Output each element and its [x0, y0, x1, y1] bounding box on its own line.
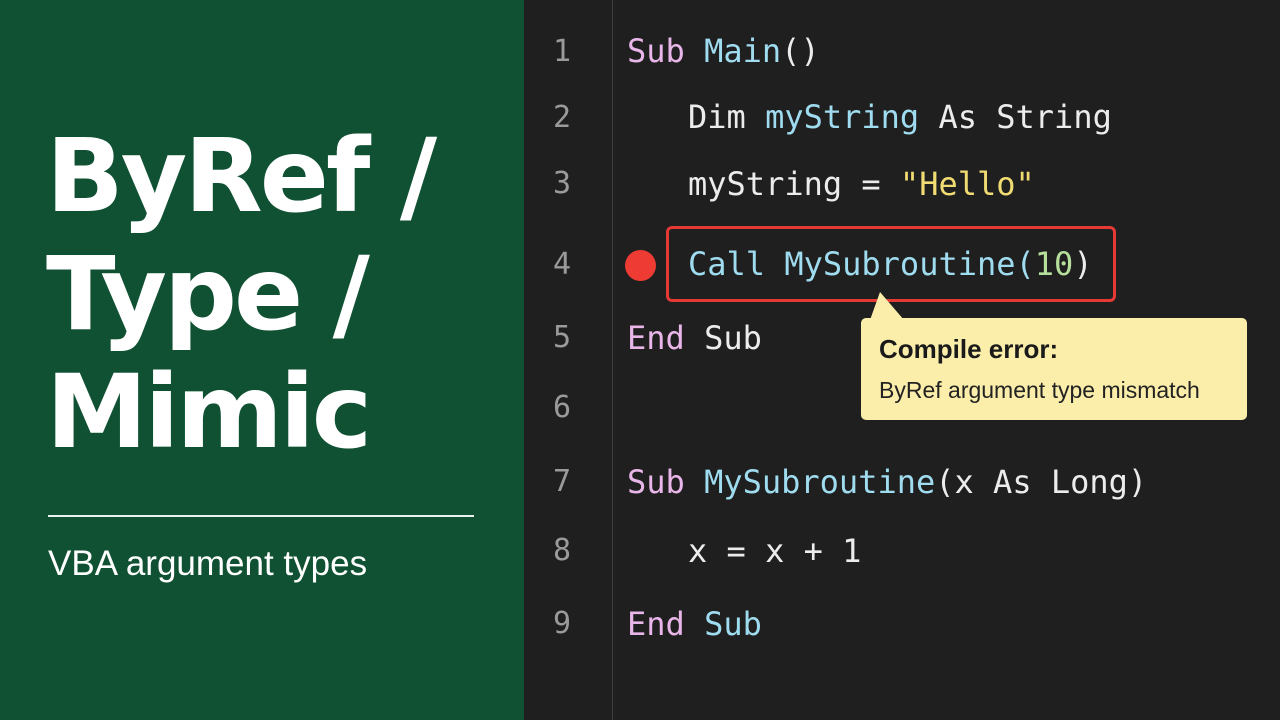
- code-token: myString =: [688, 165, 900, 203]
- line-number: 9: [552, 606, 572, 641]
- code-token: Main: [704, 32, 782, 70]
- code-token: Call MySubroutine(: [688, 245, 1035, 283]
- tooltip-title: Compile error:: [879, 334, 1059, 364]
- code-token: Dim: [688, 98, 746, 136]
- line-number: 1: [552, 34, 572, 69]
- code-line[interactable]: Dim myString As String: [688, 97, 1112, 137]
- subtitle: VBA argument types: [48, 544, 368, 583]
- line-number: 7: [552, 464, 572, 499]
- title-line-1: ByRef /: [46, 117, 437, 236]
- code-line[interactable]: End Sub: [627, 318, 762, 358]
- code-token: ): [1073, 245, 1093, 283]
- code-token: MySubroutine: [704, 463, 936, 501]
- line-number: 2: [552, 100, 572, 135]
- code-token: End: [627, 605, 685, 643]
- code-token: As String: [919, 98, 1112, 136]
- title-divider: [48, 515, 474, 517]
- code-token: Sub: [704, 605, 762, 643]
- code-line[interactable]: myString = "Hello": [688, 164, 1035, 204]
- title-line-3: Mimic: [46, 353, 372, 472]
- page-title: ByRef / Type / Mimic: [46, 118, 506, 472]
- code-token: x = x + 1: [688, 532, 862, 570]
- code-line[interactable]: Call MySubroutine(10): [688, 244, 1093, 284]
- code-token: Sub: [684, 319, 762, 357]
- code-token: Sub: [627, 463, 685, 501]
- compile-error-tooltip: Compile error: ByRef argument type misma…: [861, 318, 1247, 420]
- code-token: "Hello": [899, 165, 1035, 203]
- code-token: End: [627, 319, 685, 357]
- title-line-2: Type /: [46, 235, 370, 354]
- code-token: Sub: [627, 32, 685, 70]
- line-number: 4: [552, 247, 572, 282]
- line-number: 3: [552, 166, 572, 201]
- code-line[interactable]: x = x + 1: [688, 531, 861, 571]
- line-number: 8: [552, 533, 572, 568]
- code-token: (x As Long): [935, 463, 1148, 501]
- code-token: (): [781, 32, 820, 70]
- code-line[interactable]: Sub MySubroutine(x As Long): [627, 462, 1147, 502]
- tooltip-message: ByRef argument type mismatch: [879, 377, 1200, 403]
- code-line[interactable]: End Sub: [627, 604, 762, 644]
- code-line[interactable]: Sub Main(): [627, 31, 820, 71]
- gutter-divider: [612, 0, 613, 720]
- line-number: 6: [552, 390, 572, 425]
- code-token: myString: [765, 98, 920, 136]
- code-token: 10: [1034, 245, 1074, 283]
- line-number: 5: [552, 320, 572, 355]
- breakpoint-dot-icon[interactable]: [625, 250, 656, 281]
